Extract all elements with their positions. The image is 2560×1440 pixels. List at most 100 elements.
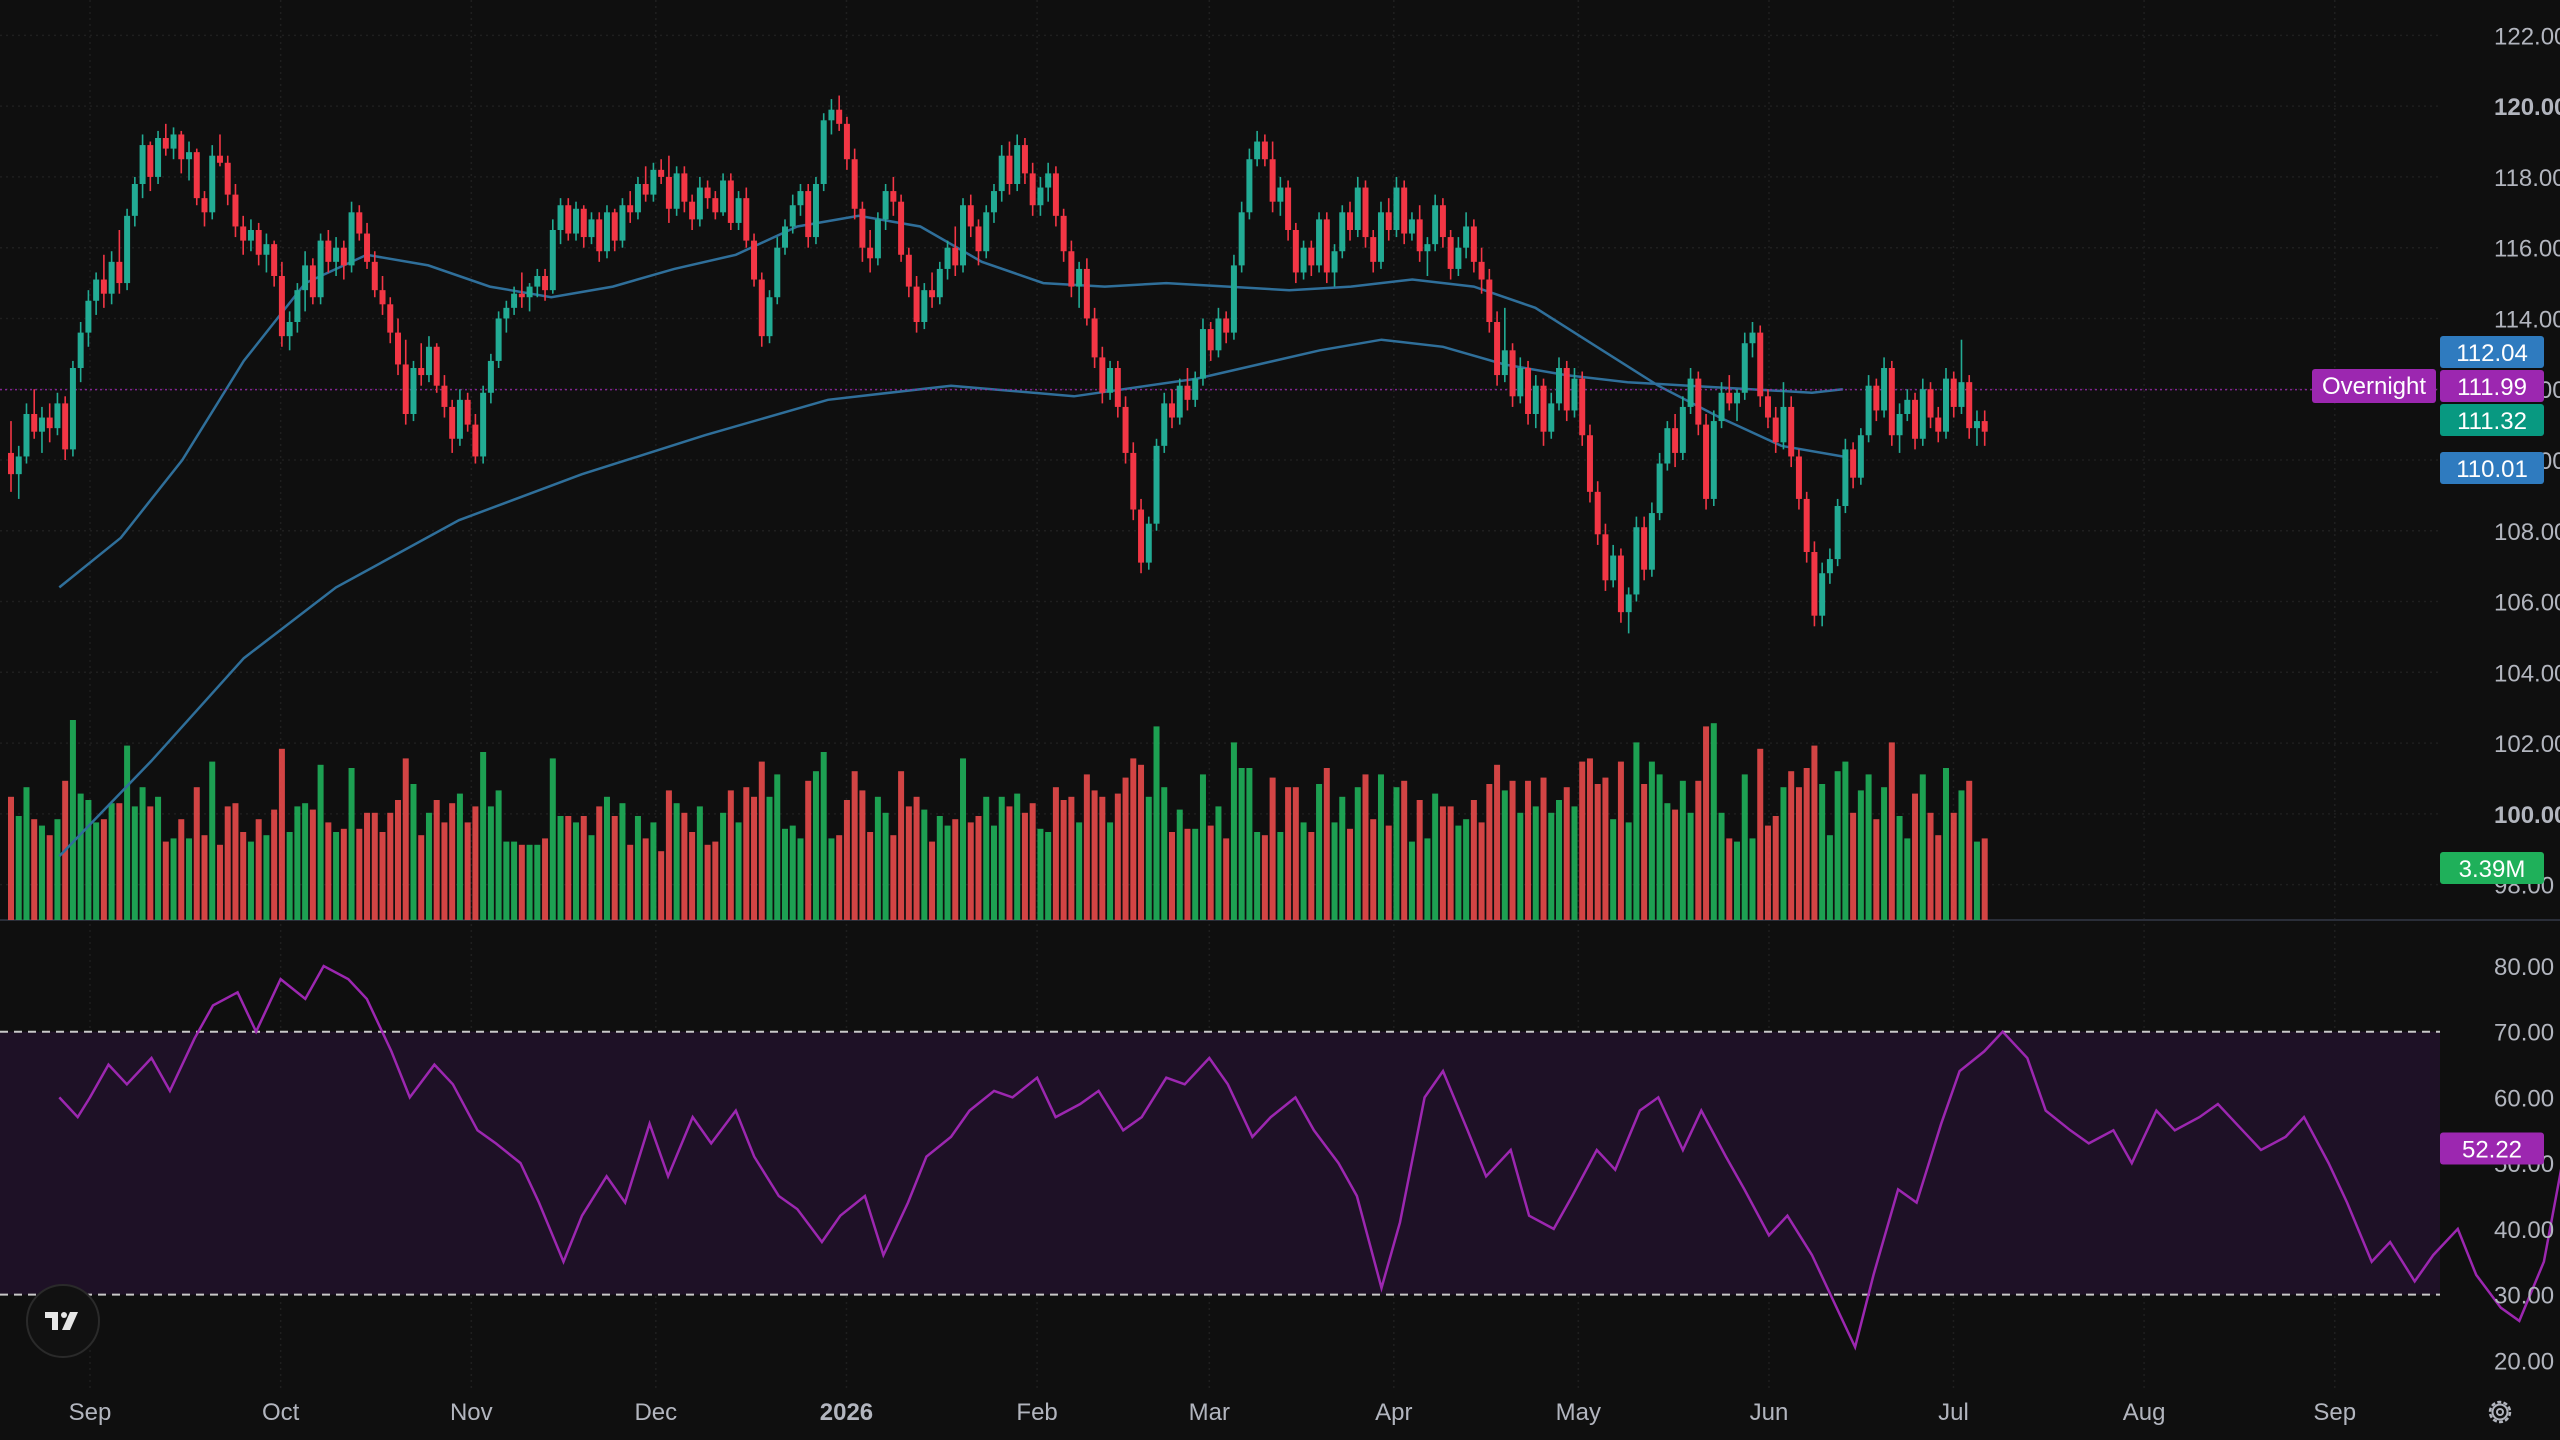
candle-body bbox=[8, 452, 14, 475]
candle-body bbox=[464, 399, 471, 425]
candle-body bbox=[38, 417, 45, 432]
volume-bar bbox=[1865, 774, 1872, 920]
volume-bar bbox=[1579, 761, 1586, 920]
volume-bar bbox=[642, 838, 649, 920]
stock-chart[interactable]: 122.00120.00118.00116.00114.00112.00110.… bbox=[0, 0, 2560, 1440]
volume-bar bbox=[1037, 828, 1044, 920]
volume-bar bbox=[1664, 803, 1671, 920]
volume-bar bbox=[1408, 841, 1415, 920]
candle-body bbox=[1943, 378, 1949, 432]
candle-body bbox=[425, 346, 432, 376]
candle-body bbox=[1416, 219, 1423, 252]
candle-body bbox=[975, 226, 982, 252]
overnight-tag-text: Overnight bbox=[2322, 373, 2426, 400]
candle-body bbox=[108, 261, 115, 294]
candle-body bbox=[1501, 350, 1508, 376]
candle-body bbox=[93, 279, 100, 301]
candle-body bbox=[85, 300, 92, 333]
volume-bar bbox=[8, 796, 14, 920]
volume-bar bbox=[1617, 761, 1624, 920]
volume-bar bbox=[518, 844, 525, 920]
candle-body bbox=[1029, 173, 1036, 206]
candle-body bbox=[1726, 392, 1733, 404]
candle-body bbox=[1014, 145, 1021, 184]
candle-body bbox=[62, 403, 69, 450]
candle-body bbox=[1300, 247, 1307, 273]
candle-body bbox=[1556, 368, 1562, 404]
volume-bar bbox=[921, 809, 928, 920]
volume-bar bbox=[1586, 758, 1593, 920]
candle-body bbox=[905, 254, 912, 287]
candle-body bbox=[1857, 435, 1864, 478]
volume-bar bbox=[1269, 777, 1276, 920]
candle-body bbox=[1246, 159, 1253, 213]
volume-bar bbox=[1014, 793, 1021, 920]
volume-bar bbox=[232, 803, 239, 920]
volume-bar bbox=[178, 819, 185, 920]
volume-bar bbox=[820, 752, 827, 920]
candle-body bbox=[371, 261, 378, 291]
candle-body bbox=[1207, 329, 1214, 351]
volume-bar bbox=[395, 800, 401, 920]
candle-body bbox=[240, 226, 247, 241]
candle-body bbox=[487, 360, 494, 393]
price-tick-label: 106.00 bbox=[2494, 590, 2560, 617]
volume-bar bbox=[1594, 784, 1601, 920]
candle-body bbox=[147, 145, 154, 177]
candle-body bbox=[1579, 378, 1586, 436]
volume-bar bbox=[1981, 838, 1988, 920]
volume-bar bbox=[216, 844, 223, 920]
candle-body bbox=[162, 138, 169, 149]
volume-bar bbox=[812, 771, 819, 920]
volume-bar bbox=[1973, 841, 1980, 920]
volume-bar bbox=[603, 796, 610, 920]
price-tick-label: 114.00 bbox=[2494, 306, 2560, 333]
volume-bar bbox=[1881, 787, 1888, 920]
rsi-tick-label: 80.00 bbox=[2494, 954, 2554, 981]
volume-bar bbox=[155, 796, 162, 920]
candle-body bbox=[46, 417, 53, 429]
candle-body bbox=[998, 155, 1005, 192]
candle-body bbox=[503, 307, 510, 319]
volume-bar bbox=[1122, 777, 1129, 920]
volume-bar bbox=[704, 844, 711, 920]
candle-body bbox=[1548, 403, 1555, 432]
volume-bar bbox=[1896, 816, 1903, 920]
volume-bar bbox=[1006, 806, 1013, 920]
candle-body bbox=[278, 276, 285, 337]
volume-bar bbox=[611, 816, 618, 920]
candle-body bbox=[642, 184, 649, 195]
volume-bar bbox=[1447, 806, 1454, 920]
time-axis-label: Oct bbox=[262, 1399, 300, 1426]
candle-body bbox=[1145, 523, 1152, 563]
price-tick-label: 116.00 bbox=[2494, 236, 2560, 263]
candle-body bbox=[1478, 261, 1485, 280]
volume-bar bbox=[1850, 812, 1857, 920]
time-axis-label: Jun bbox=[1750, 1399, 1789, 1426]
candle-body bbox=[1076, 268, 1083, 287]
volume-bar bbox=[224, 806, 231, 920]
volume-bar bbox=[1904, 838, 1911, 920]
candle-body bbox=[1679, 406, 1686, 453]
volume-bar bbox=[1873, 819, 1880, 920]
volume-bar bbox=[789, 825, 796, 920]
candle-body bbox=[1470, 226, 1477, 262]
candle-body bbox=[1486, 279, 1493, 322]
candle-body bbox=[495, 318, 502, 361]
candle-body bbox=[1602, 534, 1609, 581]
gear-icon[interactable] bbox=[2480, 1392, 2520, 1432]
volume-bar bbox=[387, 812, 394, 920]
volume-bar bbox=[751, 796, 758, 920]
candle-body bbox=[1718, 392, 1725, 422]
volume-bar bbox=[782, 828, 788, 920]
volume-bar bbox=[271, 809, 278, 920]
candle-body bbox=[1865, 385, 1872, 436]
candle-body bbox=[812, 184, 819, 238]
candle-body bbox=[1308, 247, 1315, 266]
candle-body bbox=[325, 240, 332, 262]
tradingview-logo-icon[interactable] bbox=[26, 1284, 100, 1358]
volume-bar bbox=[743, 787, 750, 920]
volume-bar bbox=[449, 803, 456, 920]
candle-body bbox=[1277, 187, 1284, 202]
candle-body bbox=[1114, 368, 1121, 407]
